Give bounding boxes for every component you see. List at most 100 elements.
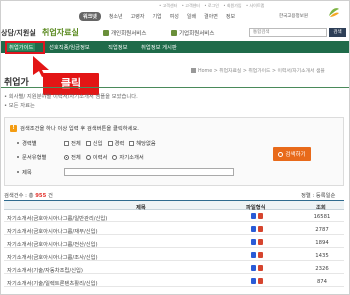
site-logo[interactable]: 한국고용정보원 [279,4,345,22]
sub-navigation: 취업가이드 선호직종/임금정보 직업정보 취업정보 게시판 [1,41,349,53]
file-icons [251,252,265,258]
table-row[interactable]: 자기소개서(금호아시아나그룹/조사/신입) 1435 [4,250,344,261]
gnb-item-5[interactable]: 일배 [187,13,196,20]
gnb-item-women[interactable]: 여성 [170,13,179,20]
title-filter-row: 제목 [17,168,234,176]
hwp-file-icon[interactable] [251,278,256,284]
nav-item-job-board[interactable]: 취업정보 게시판 [141,43,177,51]
pdf-file-icon[interactable] [258,239,263,245]
personal-member-tab[interactable]: 개인회원서비스 [103,29,146,37]
file-icons [251,213,265,219]
row-views: 16581 [313,214,331,220]
utility-link[interactable]: • 회원가입 [223,3,241,8]
breadcrumb-text: Home > 취업자료실 > 취업가이드 > 이력서/자기소개서 샘플 [198,69,325,74]
count-prefix: 검색건수 : 총 [4,193,34,199]
logo-mark-icon [329,8,339,17]
option-label: 전체 [71,141,81,147]
person-icon [103,30,109,36]
sort-order[interactable]: 정렬 : 등록일순 [301,191,335,199]
utility-link[interactable]: • 사이트맵 [246,3,264,8]
highlight-box [5,41,45,54]
row-title-link[interactable]: 자기소개서(금호아시아나그룹/조사/신입) [7,253,98,261]
search-submit-button[interactable]: 검색하기 [273,147,311,161]
career-filter-row: 경력별 전체 신입 경력 해당없음 [17,139,161,147]
option-label: 자기소개서 [119,155,144,161]
hwp-file-icon[interactable] [251,213,256,219]
pdf-file-icon[interactable] [258,265,263,271]
option-label: 신입 [92,141,103,147]
career-option-na[interactable]: 해당없음 [129,139,156,147]
hwp-file-icon[interactable] [251,265,256,271]
bullet-icon [17,156,19,158]
checkbox[interactable] [64,140,69,146]
checkbox[interactable] [85,140,91,146]
gnb-item-info[interactable]: 정보 [226,13,235,20]
doc-option-resume[interactable]: 이력서 [85,153,107,161]
nav-item-preferred-jobs[interactable]: 선호직종/임금정보 [49,43,90,51]
row-views: 2326 [315,266,329,272]
file-icons [251,226,265,232]
row-title-link[interactable]: 자기소개서(금호아시아나그룹/재무/신입) [7,227,98,235]
pdf-file-icon[interactable] [258,213,263,219]
gnb-item-company[interactable]: 기업 [152,13,161,20]
radio-button[interactable] [64,154,69,160]
row-title-link[interactable]: 자기소개서(금호아시아나그룹/전산/신입) [7,240,98,248]
row-title-link[interactable]: 자기소개서(기술/일렉트론텐츠활리/신입) [7,279,98,287]
utility-link[interactable]: • 로그인 [204,3,219,8]
logo-text: 한국고용정보원 [279,14,308,19]
integrated-search-button[interactable]: 검색 [329,28,346,37]
row-title-link[interactable]: 자기소개서(금호아시아나그룹/일반관리/신입) [7,214,107,222]
company-member-label: 기업회원서비스 [179,31,215,37]
career-label: 경력별 [22,141,37,147]
table-row[interactable]: 자기소개서(기술/자동차조립/신입) 2326 [4,263,344,274]
table-row[interactable]: 자기소개서(기술/일렉트론텐츠활리/신입) 874 [4,276,344,287]
section-title-resources[interactable]: 취업자료실 [42,27,79,38]
title-divider [1,87,349,88]
doc-option-cover-letter[interactable]: 자기소개서 [112,153,144,161]
table-row[interactable]: 자기소개서(금호아시아나그룹/재무/신입) 2787 [4,224,344,235]
table-row[interactable]: 자기소개서(금호아시아나그룹/일반관리/신입) 16581 [4,211,344,222]
career-option-all[interactable]: 전체 [64,139,81,147]
utility-link[interactable]: • 고객센터 [182,3,200,8]
search-guide: ! 검색조건을 하나 이상 입력 후 검색버튼을 클릭하세요. [10,124,139,132]
row-title-link[interactable]: 자기소개서(기술/자동차조립/신입) [7,266,83,274]
doc-option-all[interactable]: 전체 [64,153,81,161]
hwp-file-icon[interactable] [251,226,256,232]
nav-item-job-info[interactable]: 직업정보 [108,43,128,51]
integrated-search-input[interactable]: 통합검색 [249,28,327,37]
doc-type-label: 문서유형별 [22,155,47,161]
option-label: 전체 [71,155,81,161]
company-member-tab[interactable]: 기업회원서비스 [171,29,214,37]
section-title-counsel[interactable]: 상담/지원실 [1,28,36,38]
career-option-new[interactable]: 신입 [85,139,103,147]
title-search-input[interactable] [64,168,234,176]
gnb-item-6[interactable]: 결아면 [204,13,218,20]
file-icons [251,278,265,284]
utility-link[interactable]: • 고객센터 [159,3,177,8]
gnb-item-worknet[interactable]: 워크넷 [79,12,101,21]
checkbox[interactable] [129,140,135,146]
result-count: 검색건수 : 총 955 건 [4,191,53,199]
bullet-icon [17,171,19,173]
checkbox[interactable] [107,140,113,146]
global-nav: 워크넷 청소년 고령자 기업 여성 일배 결아면 정보 [79,12,243,21]
search-icon [278,151,284,157]
gnb-item-senior[interactable]: 고령자 [131,13,145,20]
career-option-experienced[interactable]: 경력 [107,139,124,147]
search-guide-text: 검색조건을 하나 이상 입력 후 검색버튼을 클릭하세요. [20,126,139,132]
hwp-file-icon[interactable] [251,239,256,245]
pdf-file-icon[interactable] [258,226,263,232]
pdf-file-icon[interactable] [258,252,263,258]
hwp-file-icon[interactable] [251,252,256,258]
count-suffix: 건 [47,193,53,199]
radio-button[interactable] [85,154,91,160]
pdf-file-icon[interactable] [258,278,263,284]
table-row[interactable]: 자기소개서(금호아시아나그룹/전산/신입) 1894 [4,237,344,248]
file-icons [251,265,265,271]
radio-button[interactable] [112,154,118,160]
bullet-icon [17,142,19,144]
section-header-row: 상담/지원실 취업자료실 개인회원서비스 기업회원서비스 통합검색 검색 [1,25,349,40]
column-header-views: 조회 [316,205,326,211]
row-views: 2787 [315,227,329,233]
gnb-item-youth[interactable]: 청소년 [109,13,123,20]
